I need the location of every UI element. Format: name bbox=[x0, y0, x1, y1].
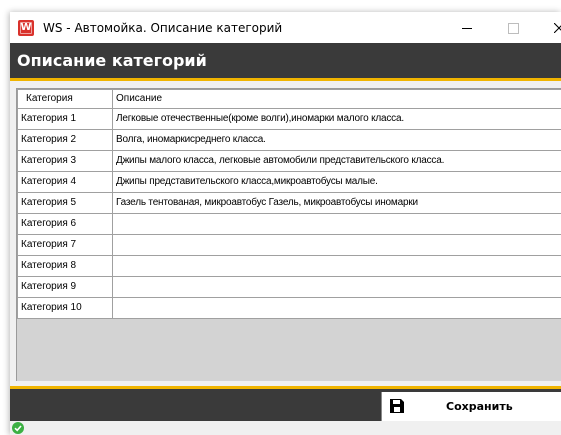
page-title: Описание категорий bbox=[17, 51, 207, 70]
header-bar: Описание категорий bbox=[10, 43, 561, 81]
status-bar bbox=[10, 421, 561, 435]
check-circle-icon bbox=[12, 422, 24, 434]
save-button[interactable]: Сохранить bbox=[381, 392, 561, 421]
cell-description[interactable] bbox=[112, 255, 561, 277]
cell-category[interactable]: Категория 1 bbox=[17, 108, 113, 130]
floppy-disk-icon bbox=[390, 399, 404, 413]
table-row[interactable]: Категория 4 Джипы представительского клас… bbox=[17, 171, 561, 193]
table-row[interactable]: Категория 2 Волга, иномаркисреднего класс… bbox=[17, 129, 561, 151]
cell-category[interactable]: Категория 9 bbox=[17, 276, 113, 298]
cell-description[interactable] bbox=[112, 234, 561, 256]
maximize-button[interactable] bbox=[490, 12, 536, 43]
categories-table: Категория Описание Категория 1 Легковые о… bbox=[17, 89, 561, 319]
column-header-category[interactable]: Категория bbox=[17, 89, 113, 109]
minimize-button[interactable] bbox=[444, 12, 490, 43]
close-button[interactable] bbox=[536, 12, 561, 43]
window-title: WS - Автомойка. Описание категорий bbox=[43, 21, 283, 35]
cell-category[interactable]: Категория 6 bbox=[17, 213, 113, 235]
table-row[interactable]: Категория 1 Легковые отечественные(кроме … bbox=[17, 108, 561, 130]
cell-category[interactable]: Категория 2 bbox=[17, 129, 113, 151]
save-button-label: Сохранить bbox=[446, 400, 513, 413]
cell-description[interactable]: Волга, иномаркисреднего класса. bbox=[112, 129, 561, 151]
table-row[interactable]: Категория 9 bbox=[17, 276, 561, 298]
cell-description[interactable]: Джипы малого класса, легковые автомобили… bbox=[112, 150, 561, 172]
cell-description[interactable]: Джипы представительского класса,микроавт… bbox=[112, 171, 561, 193]
cell-description[interactable]: Газель тентованая, микроавтобус Газель, … bbox=[112, 192, 561, 214]
categories-grid[interactable]: Категория Описание Категория 1 Легковые о… bbox=[16, 88, 561, 381]
title-bar[interactable]: W WS - Автомойка. Описание категорий bbox=[10, 12, 561, 43]
cell-category[interactable]: Категория 7 bbox=[17, 234, 113, 256]
column-header-description[interactable]: Описание bbox=[112, 89, 561, 109]
cell-description[interactable]: Легковые отечественные(кроме волги),ином… bbox=[112, 108, 561, 130]
table-row[interactable]: Категория 8 bbox=[17, 255, 561, 277]
footer-bar: Сохранить bbox=[10, 386, 561, 424]
table-row[interactable]: Категория 10 bbox=[17, 297, 561, 319]
table-row[interactable]: Категория 7 bbox=[17, 234, 561, 256]
app-window: W WS - Автомойка. Описание категорий Опи… bbox=[10, 12, 561, 435]
cell-category[interactable]: Категория 4 bbox=[17, 171, 113, 193]
table-row[interactable]: Категория 3 Джипы малого класса, легковые… bbox=[17, 150, 561, 172]
cell-description[interactable] bbox=[112, 297, 561, 319]
table-row[interactable]: Категория 6 bbox=[17, 213, 561, 235]
cell-category[interactable]: Категория 8 bbox=[17, 255, 113, 277]
cell-description[interactable] bbox=[112, 276, 561, 298]
app-icon: W bbox=[18, 20, 34, 36]
table-header-row: Категория Описание bbox=[17, 89, 561, 109]
cell-description[interactable] bbox=[112, 213, 561, 235]
close-icon bbox=[554, 23, 561, 33]
cell-category[interactable]: Категория 10 bbox=[17, 297, 113, 319]
table-row[interactable]: Категория 5 Газель тентованая, микроавтоб… bbox=[17, 192, 561, 214]
cell-category[interactable]: Категория 5 bbox=[17, 192, 113, 214]
cell-category[interactable]: Категория 3 bbox=[17, 150, 113, 172]
